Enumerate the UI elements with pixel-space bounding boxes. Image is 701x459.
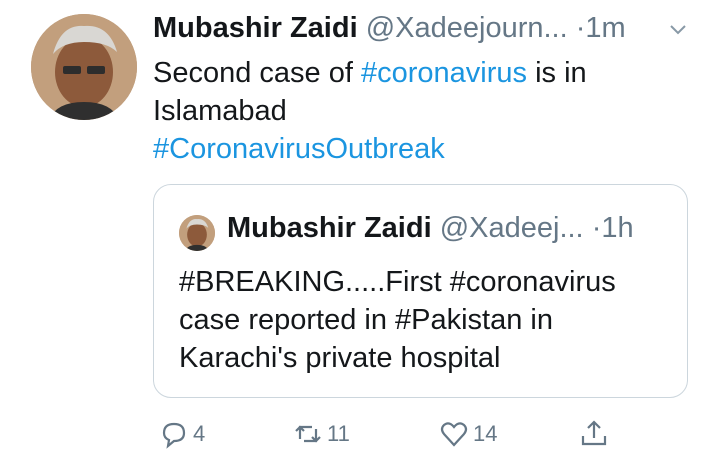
like-button[interactable]: 14: [439, 416, 497, 452]
reply-count: 4: [193, 421, 206, 446]
quoted-text: #BREAKING.....First #coronavirus case re…: [179, 263, 674, 377]
like-count: 14: [473, 421, 498, 446]
quoted-text-line: Karachi's private hospital: [179, 342, 501, 374]
quoted-header: Mubashir Zaidi @Xadeej... ·1h: [227, 212, 634, 245]
author-avatar[interactable]: [31, 14, 137, 120]
chevron-down-icon[interactable]: [669, 24, 687, 36]
author-handle[interactable]: @Xadeejourn...: [366, 12, 568, 44]
like-icon: [440, 422, 468, 447]
share-button[interactable]: [579, 416, 609, 452]
quoted-avatar[interactable]: [179, 215, 215, 251]
tweet-text: Second case of #coronavirus is in Islama…: [153, 54, 683, 168]
retweet-icon: [295, 425, 321, 443]
share-icon: [581, 420, 607, 446]
quoted-tweet[interactable]: Mubashir Zaidi @Xadeej... ·1h #BREAKING.…: [153, 184, 688, 398]
quoted-text-line: #BREAKING.....First #coronavirus: [179, 266, 616, 298]
tweet-header: Mubashir Zaidi @Xadeejourn... ·1m: [153, 12, 693, 52]
reply-button[interactable]: 4: [159, 416, 205, 452]
timestamp[interactable]: 1m: [585, 12, 625, 44]
tweet-text-line: Islamabad: [153, 95, 287, 127]
tweet-actions: 4 11 14: [153, 416, 673, 452]
quoted-handle: @Xadeej...: [439, 212, 584, 244]
author-name[interactable]: Mubashir Zaidi: [153, 12, 358, 44]
quoted-text-line: case reported in #Pakistan in: [179, 304, 553, 336]
tweet-text-part: is in: [527, 57, 587, 89]
tweet-text-part: Second case of: [153, 57, 361, 89]
quoted-timestamp: 1h: [601, 212, 634, 244]
hashtag-link[interactable]: #coronavirus: [361, 57, 527, 89]
separator: ·: [575, 12, 586, 44]
hashtag-link[interactable]: #CoronavirusOutbreak: [153, 133, 445, 165]
quoted-author-name: Mubashir Zaidi: [227, 212, 432, 244]
reply-icon: [162, 422, 186, 449]
retweet-button[interactable]: 11: [293, 416, 350, 452]
retweet-count: 11: [327, 421, 350, 446]
separator: ·: [591, 212, 602, 244]
